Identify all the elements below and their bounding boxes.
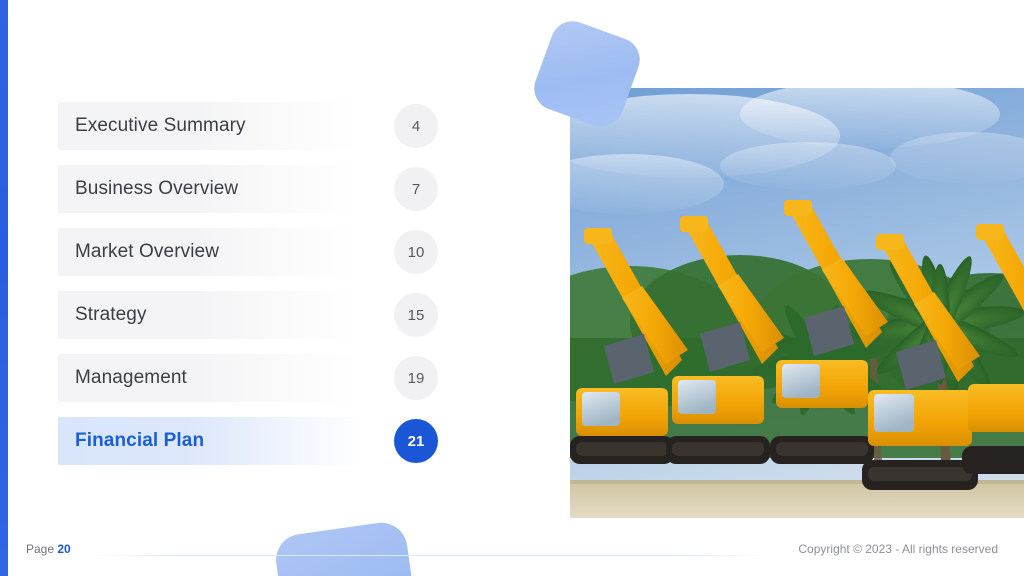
- excavator-photo: [570, 88, 1024, 518]
- toc-page-badge[interactable]: 15: [394, 293, 438, 337]
- toc-item-label: Strategy: [75, 304, 147, 325]
- slide-canvas: Executive Summary 4 Business Overview 7 …: [0, 0, 1024, 576]
- toc-item-label: Market Overview: [75, 241, 220, 262]
- toc-page-badge[interactable]: 10: [394, 230, 438, 274]
- slide-footer: Page 20 Copyright © 2023 - All rights re…: [0, 528, 1024, 576]
- toc-item-financial-plan[interactable]: Financial Plan 21: [58, 417, 438, 465]
- toc-page-badge[interactable]: 7: [394, 167, 438, 211]
- footer-divider: [92, 555, 764, 556]
- toc-page-badge[interactable]: 4: [394, 104, 438, 148]
- toc-item-label: Executive Summary: [75, 115, 246, 136]
- toc-item-strategy[interactable]: Strategy 15: [58, 291, 438, 339]
- toc-item-management[interactable]: Management 19: [58, 354, 438, 402]
- copyright-text: Copyright © 2023 - All rights reserved: [798, 542, 998, 556]
- page-number: 20: [57, 542, 71, 556]
- toc-page-badge[interactable]: 21: [394, 419, 438, 463]
- toc-page-badge[interactable]: 19: [394, 356, 438, 400]
- page-label: Page: [26, 542, 55, 556]
- table-of-contents: Executive Summary 4 Business Overview 7 …: [58, 102, 438, 465]
- toc-item-label: Financial Plan: [75, 430, 205, 451]
- toc-item-executive-summary[interactable]: Executive Summary 4: [58, 102, 438, 150]
- page-indicator: Page 20: [26, 542, 71, 556]
- toc-item-business-overview[interactable]: Business Overview 7: [58, 165, 438, 213]
- toc-item-label: Management: [75, 367, 187, 388]
- toc-item-market-overview[interactable]: Market Overview 10: [58, 228, 438, 276]
- toc-item-label: Business Overview: [75, 178, 239, 199]
- left-accent-bar: [0, 0, 8, 576]
